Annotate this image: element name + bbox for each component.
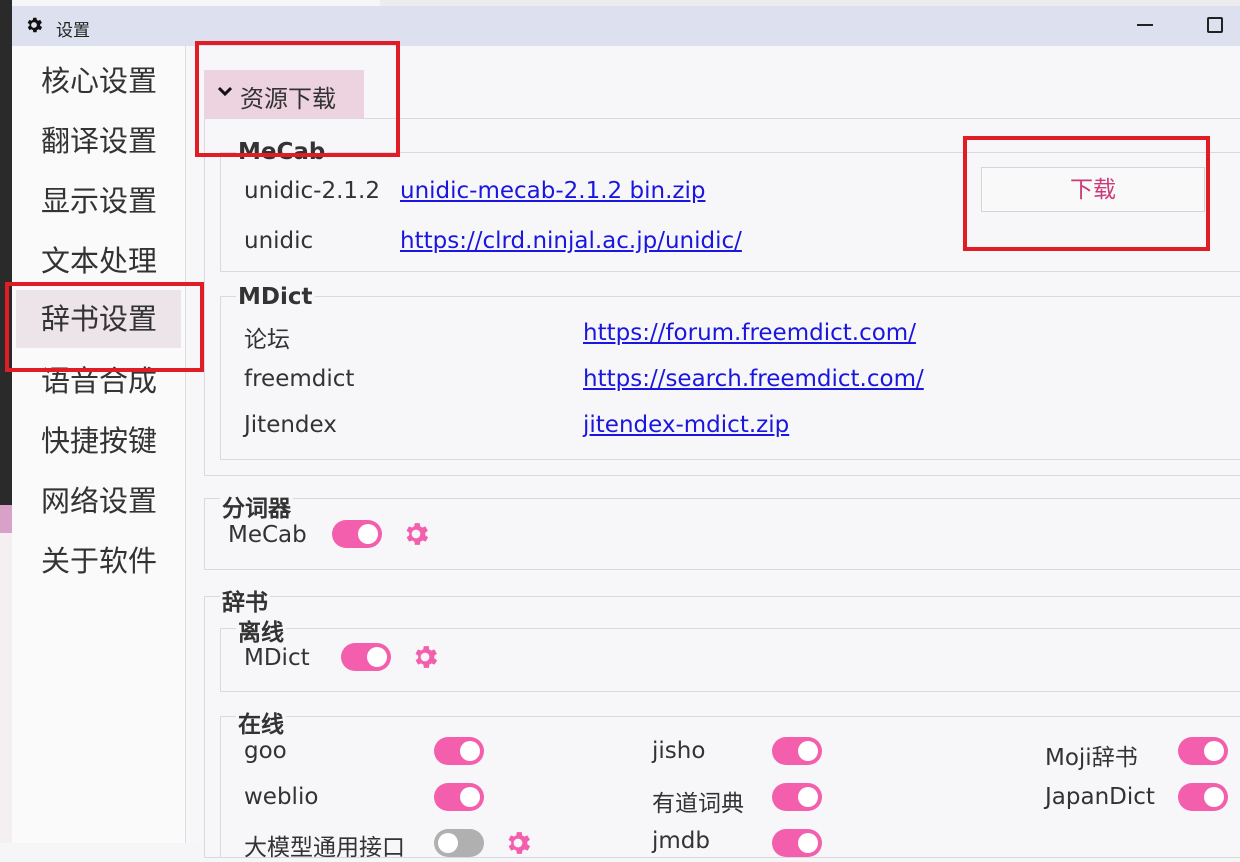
desktop-background: [0, 0, 12, 843]
sidebar-item-hotkeys[interactable]: 快捷按键: [16, 412, 181, 470]
jisho-label: jisho: [652, 738, 706, 764]
online-group-title: 在线: [236, 705, 286, 739]
mdict-label: MDict: [244, 645, 310, 671]
jitendex-link[interactable]: jitendex-mdict.zip: [583, 412, 789, 438]
jmdb-label: jmdb: [652, 828, 710, 854]
mdict-row-name: freemdict: [244, 366, 355, 392]
window-title: 设置: [56, 21, 90, 41]
sidebar: 核心设置 翻译设置 显示设置 文本处理 辞书设置 语音合成 快捷按键 网络设置 …: [12, 46, 186, 843]
goo-toggle[interactable]: [434, 737, 484, 765]
mecab-row-name: unidic: [244, 228, 314, 254]
offline-group-title: 离线: [236, 613, 286, 647]
moji-toggle[interactable]: [1178, 737, 1228, 765]
tokenizer-group-title: 分词器: [220, 489, 293, 523]
mecab-settings-gear-icon[interactable]: [401, 519, 431, 549]
annotation-box-dictionary-settings: [5, 282, 204, 372]
dictionary-group-title: 辞书: [220, 583, 270, 617]
mdict-settings-gear-icon[interactable]: [410, 642, 440, 672]
mdict-toggle[interactable]: [341, 643, 391, 671]
mdict-row-name: 论坛: [244, 327, 290, 353]
weblio-label: weblio: [244, 784, 319, 810]
annotation-box-download: [963, 136, 1210, 251]
sidebar-item-network[interactable]: 网络设置: [16, 472, 181, 530]
settings-gear-icon: [27, 17, 43, 33]
minimize-button[interactable]: [1137, 24, 1153, 26]
japandict-toggle[interactable]: [1178, 783, 1228, 811]
llm-api-settings-gear-icon[interactable]: [503, 828, 533, 858]
unidic-homepage-link[interactable]: https://clrd.ninjal.ac.jp/unidic/: [400, 228, 742, 254]
mecab-download-link[interactable]: unidic-mecab-2.1.2 bin.zip: [400, 178, 705, 204]
sidebar-item-display[interactable]: 显示设置: [16, 172, 181, 230]
mdict-row-name: Jitendex: [244, 412, 337, 438]
sidebar-item-about[interactable]: 关于软件: [16, 532, 181, 590]
llm-api-label: 大模型通用接口: [244, 835, 405, 861]
jmdb-toggle[interactable]: [772, 829, 822, 857]
mecab-toggle[interactable]: [332, 520, 382, 548]
maximize-button[interactable]: [1207, 17, 1223, 33]
mecab-row-name: unidic-2.1.2: [244, 178, 381, 204]
mdict-group-title: MDict: [236, 284, 315, 310]
freemdict-search-link[interactable]: https://search.freemdict.com/: [583, 366, 924, 392]
forum-link[interactable]: https://forum.freemdict.com/: [583, 320, 916, 346]
youdao-toggle[interactable]: [772, 783, 822, 811]
annotation-box-resource-header: [195, 41, 400, 157]
youdao-label: 有道词典: [652, 791, 744, 817]
mecab-label: MeCab: [228, 522, 307, 548]
sidebar-item-translate[interactable]: 翻译设置: [16, 112, 181, 170]
weblio-toggle[interactable]: [434, 783, 484, 811]
jisho-toggle[interactable]: [772, 737, 822, 765]
sidebar-item-core[interactable]: 核心设置: [16, 52, 181, 110]
moji-label: Moji辞书: [1045, 745, 1138, 771]
goo-label: goo: [244, 738, 287, 764]
japandict-label: JapanDict: [1045, 784, 1155, 810]
llm-api-toggle[interactable]: [434, 829, 484, 857]
title-bar: 设置: [12, 6, 1240, 46]
